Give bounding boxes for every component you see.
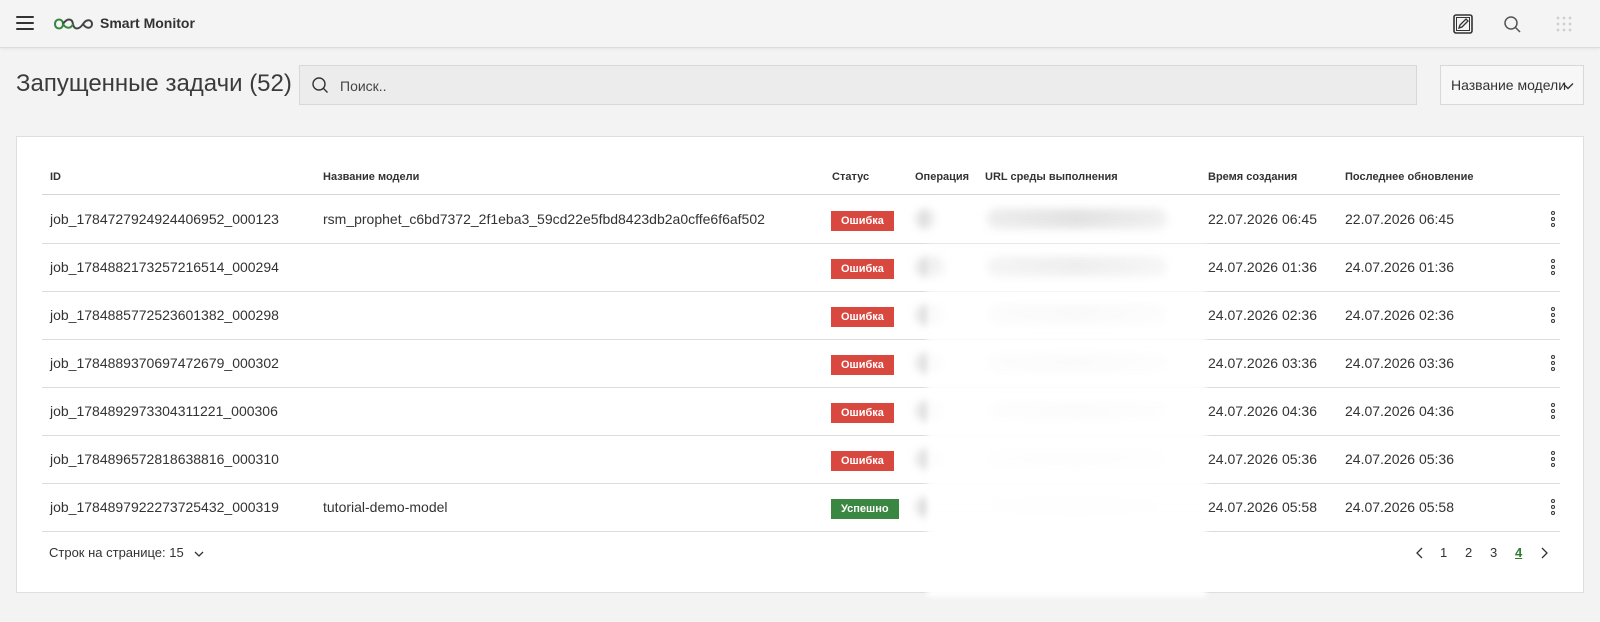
runtime-url-redacted (987, 401, 1167, 421)
search-input[interactable] (340, 74, 1390, 98)
job-id: job_1784727924924406952_000123 (50, 211, 279, 227)
updated-time: 24.07.2026 05:36 (1345, 451, 1454, 467)
table-row[interactable]: job_1784885772523601382_000298 Ошибка 24… (42, 291, 1560, 340)
column-header-status[interactable]: Статус (832, 171, 869, 183)
column-header-id[interactable]: ID (50, 171, 61, 183)
row-actions-kebab-icon[interactable] (1547, 451, 1559, 471)
operation-redacted (915, 209, 935, 229)
apps-grid-icon[interactable] (1552, 12, 1576, 36)
runtime-url-redacted (987, 209, 1167, 229)
created-time: 24.07.2026 05:58 (1208, 499, 1317, 515)
page-1-link[interactable]: 1 (1440, 545, 1447, 560)
page-2-link[interactable]: 2 (1465, 545, 1472, 560)
operation-redacted (915, 305, 945, 325)
jobs-table-card: ID Название модели Статус Операция URL с… (16, 136, 1584, 593)
job-id: job_1784885772523601382_000298 (50, 307, 279, 323)
status-badge: Ошибка (831, 259, 894, 279)
rows-per-page-label: Строк на странице: 15 (49, 545, 184, 560)
operation-redacted (915, 401, 945, 421)
status-badge: Ошибка (831, 403, 894, 423)
column-header-runtime-url[interactable]: URL среды выполнения (985, 171, 1118, 183)
model-name: rsm_prophet_c6bd7372_2f1eba3_59cd22e5fbd… (323, 211, 765, 227)
runtime-url-redacted (987, 257, 1167, 277)
rows-per-page-select[interactable]: Строк на странице: 15 (49, 545, 205, 560)
chevron-down-icon (1562, 83, 1574, 90)
row-actions-kebab-icon[interactable] (1547, 403, 1559, 423)
row-actions-kebab-icon[interactable] (1547, 259, 1559, 279)
status-badge: Ошибка (831, 355, 894, 375)
status-badge: Успешно (831, 499, 899, 519)
runtime-url-redacted (987, 353, 1167, 373)
row-actions-kebab-icon[interactable] (1547, 211, 1559, 231)
table-row[interactable]: job_1784892973304311221_000306 Ошибка 24… (42, 387, 1560, 436)
table-row[interactable]: job_1784896572818638816_000310 Ошибка 24… (42, 435, 1560, 484)
model-name: tutorial-demo-model (323, 499, 448, 515)
logo-infinity-icon (53, 18, 94, 30)
chevron-right-icon[interactable] (1538, 546, 1550, 560)
updated-time: 24.07.2026 02:36 (1345, 307, 1454, 323)
edit-icon[interactable] (1451, 12, 1475, 36)
page-3-link[interactable]: 3 (1490, 545, 1497, 560)
table-row[interactable]: job_1784882173257216514_000294 Ошибка 24… (42, 243, 1560, 292)
row-actions-kebab-icon[interactable] (1547, 355, 1559, 375)
column-header-created[interactable]: Время создания (1208, 171, 1297, 183)
job-id: job_1784896572818638816_000310 (50, 451, 279, 467)
column-header-updated[interactable]: Последнее обновление (1345, 171, 1473, 183)
operation-redacted (915, 497, 935, 517)
job-id: job_1784897922273725432_000319 (50, 499, 279, 515)
operation-redacted (915, 257, 945, 277)
status-badge: Ошибка (831, 307, 894, 327)
status-badge: Ошибка (831, 451, 894, 471)
page-4-link[interactable]: 4 (1515, 545, 1522, 560)
table-row[interactable]: job_1784897922273725432_000319 tutorial-… (42, 483, 1560, 532)
status-badge: Ошибка (831, 211, 894, 231)
search-icon (312, 77, 328, 93)
runtime-url-redacted (987, 305, 1167, 325)
chevron-down-icon (194, 551, 204, 557)
created-time: 22.07.2026 06:45 (1208, 211, 1317, 227)
created-time: 24.07.2026 02:36 (1208, 307, 1317, 323)
job-id: job_1784882173257216514_000294 (50, 259, 279, 275)
search-box[interactable] (299, 65, 1417, 105)
runtime-url-redacted (987, 497, 1167, 517)
runtime-url-redacted (987, 449, 1167, 469)
operation-redacted (915, 353, 945, 373)
created-time: 24.07.2026 05:36 (1208, 451, 1317, 467)
top-bar: Smart Monitor (0, 0, 1600, 48)
page-title: Запущенные задачи (52) (16, 70, 292, 97)
table-row[interactable]: job_1784889370697472679_000302 Ошибка 24… (42, 339, 1560, 388)
brand-name: Smart Monitor (100, 15, 195, 31)
created-time: 24.07.2026 03:36 (1208, 355, 1317, 371)
search-icon[interactable] (1500, 12, 1524, 36)
created-time: 24.07.2026 01:36 (1208, 259, 1317, 275)
table-row[interactable]: job_1784727924924406952_000123 rsm_proph… (42, 195, 1560, 244)
created-time: 24.07.2026 04:36 (1208, 403, 1317, 419)
updated-time: 24.07.2026 01:36 (1345, 259, 1454, 275)
job-id: job_1784892973304311221_000306 (50, 403, 278, 419)
column-header-operation[interactable]: Операция (915, 171, 969, 183)
model-filter-label: Название модели (1451, 77, 1567, 93)
chevron-left-icon[interactable] (1414, 546, 1426, 560)
menu-icon[interactable] (16, 16, 34, 31)
updated-time: 24.07.2026 05:58 (1345, 499, 1454, 515)
job-id: job_1784889370697472679_000302 (50, 355, 279, 371)
row-actions-kebab-icon[interactable] (1547, 307, 1559, 327)
model-filter-dropdown[interactable]: Название модели (1440, 65, 1584, 105)
column-header-model[interactable]: Название модели (323, 171, 419, 183)
table-header: ID Название модели Статус Операция URL с… (42, 171, 1560, 195)
updated-time: 24.07.2026 04:36 (1345, 403, 1454, 419)
operation-redacted (915, 449, 945, 469)
row-actions-kebab-icon[interactable] (1547, 499, 1559, 519)
updated-time: 22.07.2026 06:45 (1345, 211, 1454, 227)
updated-time: 24.07.2026 03:36 (1345, 355, 1454, 371)
